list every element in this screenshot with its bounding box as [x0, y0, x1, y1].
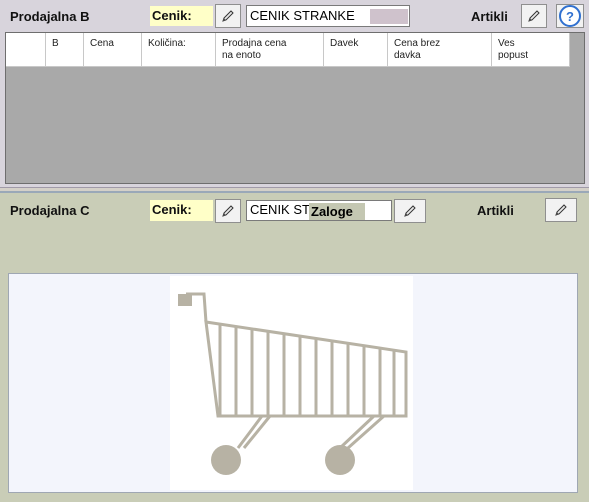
panel-b-cenik-edit-button[interactable] [215, 4, 241, 28]
panel-b-grid[interactable]: B Cena Količina: Prodajna cena na enoto … [5, 32, 585, 184]
pencil-icon [404, 205, 416, 217]
pencil-icon [222, 10, 234, 22]
pencil-icon [528, 10, 540, 22]
zaloge-label: Zaloge [309, 203, 365, 220]
panel-b-title: Prodajalna B [10, 9, 90, 24]
shopping-cart-icon [178, 292, 408, 475]
grid-header-cena-brez-davka[interactable]: Cena brez davka [388, 33, 492, 67]
grid-header-row-selector [6, 33, 46, 67]
grid-header-davek[interactable]: Davek [324, 33, 388, 67]
panel-b-cenik-value: CENIK STRANKE [250, 8, 355, 23]
help-icon: ? [559, 5, 581, 27]
grid-header-kolicina[interactable]: Količina: [142, 33, 216, 67]
grid-header-prodajna-cena[interactable]: Prodajna cena na enoto [216, 33, 324, 67]
zaloge-edit-button[interactable] [394, 199, 426, 223]
panel-b-artikli-label: Artikli [471, 9, 508, 24]
panel-b-cenik-label: Cenik: [150, 6, 213, 26]
grid-header-b[interactable]: B [46, 33, 84, 67]
panel-c-artikli-edit-button[interactable] [545, 198, 577, 222]
panel-prodajalna-b: Prodajalna B Cenik: CENIK STRANKE Artikl… [0, 0, 589, 188]
panel-c-cenik-value: CENIK ST [250, 202, 310, 217]
pencil-icon [222, 205, 234, 217]
product-image [170, 276, 413, 490]
help-button[interactable]: ? [556, 4, 584, 28]
panel-c-cenik-label: Cenik: [150, 200, 213, 221]
grid-header-ves-popust[interactable]: Ves popust [492, 33, 570, 67]
pencil-icon [555, 204, 567, 216]
grid-header-cena[interactable]: Cena [84, 33, 142, 67]
panel-b-cenik-selection [370, 9, 408, 24]
panel-c-title: Prodajalna C [10, 203, 90, 218]
panel-c-artikli-label: Artikli [477, 203, 514, 218]
panel-b-artikli-edit-button[interactable] [521, 4, 547, 28]
panel-c-cenik-edit-button[interactable] [215, 199, 241, 223]
